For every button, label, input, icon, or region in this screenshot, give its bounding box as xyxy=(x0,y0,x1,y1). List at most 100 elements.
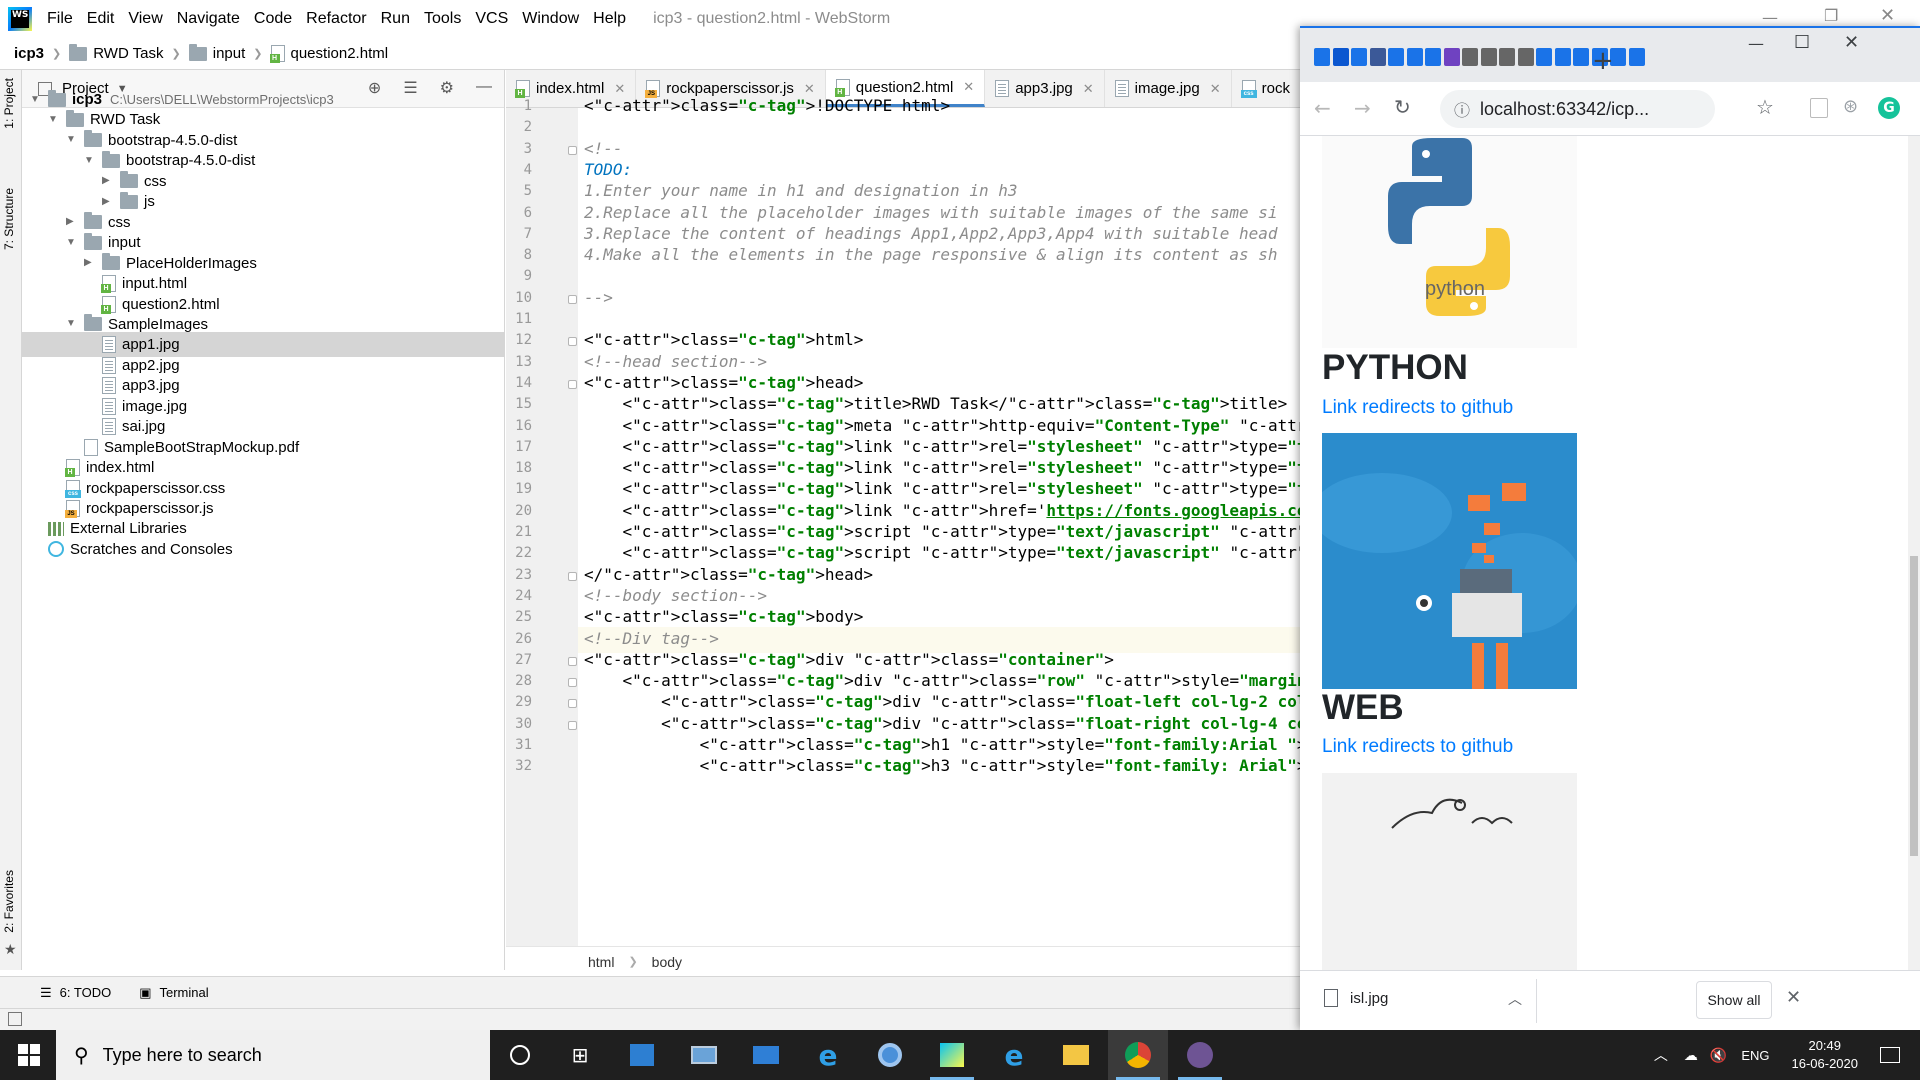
breadcrumb-input[interactable]: input xyxy=(213,45,246,62)
browser-tab-favicon-icon[interactable] xyxy=(1332,48,1349,66)
volume-muted-icon[interactable]: 🔇 xyxy=(1710,1047,1727,1064)
expanded-arrow-icon[interactable]: ▼ xyxy=(66,319,76,329)
close-tab-icon[interactable]: ✕ xyxy=(804,81,815,97)
breadcrumb-project[interactable]: icp3 xyxy=(14,45,44,62)
bookmark-star-icon[interactable]: ☆ xyxy=(1756,95,1774,119)
extension-icon[interactable]: ⊛ xyxy=(1843,96,1858,117)
pc-app[interactable] xyxy=(674,1030,734,1080)
browser-tab-favicon-icon[interactable] xyxy=(1480,48,1497,66)
address-bar[interactable]: ⓘ localhost:63342/icp... xyxy=(1440,90,1715,128)
taskbar-search[interactable]: ⚲ Type here to search xyxy=(56,1030,490,1080)
github-app[interactable] xyxy=(1170,1030,1230,1080)
page-scrollbar[interactable] xyxy=(1908,136,1920,970)
windows-start-icon[interactable] xyxy=(18,1044,40,1066)
restore-icon[interactable]: ❐ xyxy=(1824,6,1838,25)
back-icon[interactable]: ← xyxy=(1314,96,1331,120)
browser-tab-favicon-icon[interactable] xyxy=(1517,48,1534,66)
card-link-python[interactable]: Link redirects to github xyxy=(1322,397,1513,419)
ie-app[interactable]: e xyxy=(984,1030,1044,1080)
browser-tab-favicon-icon[interactable] xyxy=(1499,48,1515,66)
forward-icon[interactable]: → xyxy=(1354,96,1371,120)
browser-tab-favicon-icon[interactable] xyxy=(1628,48,1645,66)
browser-tab-favicon-icon[interactable] xyxy=(1554,48,1571,66)
browser-tab-favicon-icon[interactable] xyxy=(1314,48,1330,66)
menu-code[interactable]: Code xyxy=(247,10,299,28)
reload-icon[interactable]: ↻ xyxy=(1394,95,1411,119)
maximize-icon[interactable]: ☐ xyxy=(1794,32,1810,53)
todo-tool-button[interactable]: ☰ 6: TODO xyxy=(40,985,111,1001)
close-icon[interactable]: ✕ xyxy=(1880,5,1895,26)
menu-run[interactable]: Run xyxy=(374,10,417,28)
edge-app[interactable]: e xyxy=(798,1030,858,1080)
browser-tab-favicon-icon[interactable] xyxy=(1443,48,1460,66)
fold-marker-icon[interactable] xyxy=(568,145,577,155)
menu-window[interactable]: Window xyxy=(515,10,586,28)
fold-marker-icon[interactable] xyxy=(568,720,577,730)
breadcrumb-html[interactable]: html xyxy=(588,954,614,970)
extension-icon[interactable] xyxy=(1810,98,1828,118)
close-icon[interactable]: ✕ xyxy=(1786,987,1801,1008)
menu-tools[interactable]: Tools xyxy=(417,10,468,28)
breadcrumb-rwd-task[interactable]: RWD Task xyxy=(93,45,163,62)
fold-marker-icon[interactable] xyxy=(568,678,577,688)
chrome-canary-app[interactable] xyxy=(860,1030,920,1080)
timeline-button[interactable]: ⊞ xyxy=(550,1030,610,1080)
webstorm-app[interactable] xyxy=(922,1030,982,1080)
browser-tab-favicon-icon[interactable] xyxy=(1573,48,1589,66)
fold-marker-icon[interactable] xyxy=(568,379,577,389)
terminal-tool-button[interactable]: ▣ Terminal xyxy=(139,985,208,1001)
browser-tab-favicon-icon[interactable] xyxy=(1369,48,1386,66)
download-file-name[interactable]: isl.jpg xyxy=(1350,990,1388,1007)
structure-tool-tab[interactable]: 7: Structure xyxy=(2,188,16,250)
browser-tab-favicon-icon[interactable] xyxy=(1462,48,1478,66)
grammarly-icon[interactable]: G xyxy=(1878,97,1900,119)
show-all-button[interactable]: Show all xyxy=(1696,981,1772,1019)
project-tool-tab[interactable]: 1: Project xyxy=(2,78,16,129)
menu-file[interactable]: File xyxy=(40,10,80,28)
editor-tab[interactable]: rock xyxy=(1232,70,1300,107)
scrollbar-thumb[interactable] xyxy=(1910,556,1918,856)
expanded-arrow-icon[interactable]: ▼ xyxy=(30,94,40,105)
language-indicator[interactable]: ENG xyxy=(1741,1048,1769,1063)
collapsed-arrow-icon[interactable]: ▶ xyxy=(66,217,76,227)
browser-tab-favicon-icon[interactable] xyxy=(1388,48,1404,66)
favorites-tool-tab[interactable]: 2: Favorites xyxy=(2,870,16,933)
card-link-web[interactable]: Link redirects to github xyxy=(1322,736,1513,758)
layout-icon[interactable] xyxy=(8,1012,22,1026)
task-view-button[interactable] xyxy=(490,1030,550,1080)
clock[interactable]: 20:49 16-06-2020 xyxy=(1792,1037,1859,1073)
notifications-icon[interactable] xyxy=(1880,1047,1900,1063)
close-tab-icon[interactable]: ✕ xyxy=(1210,81,1221,97)
expanded-arrow-icon[interactable]: ▼ xyxy=(84,155,94,166)
collapsed-arrow-icon[interactable]: ▶ xyxy=(102,176,112,186)
explorer-app[interactable] xyxy=(1046,1030,1106,1080)
editor-tab[interactable]: image.jpg ✕ xyxy=(1105,70,1232,107)
menu-navigate[interactable]: Navigate xyxy=(170,10,247,28)
collapsed-arrow-icon[interactable]: ▶ xyxy=(102,196,112,207)
new-tab-icon[interactable]: + xyxy=(1592,46,1614,76)
browser-tab-favicon-icon[interactable] xyxy=(1406,48,1423,66)
fold-marker-icon[interactable] xyxy=(568,656,577,666)
minimize-icon[interactable]: — xyxy=(1748,34,1764,53)
close-tab-icon[interactable]: ✕ xyxy=(614,81,625,97)
menu-view[interactable]: View xyxy=(121,10,169,28)
fold-marker-icon[interactable] xyxy=(568,337,577,347)
fold-marker-icon[interactable] xyxy=(568,571,577,581)
menu-edit[interactable]: Edit xyxy=(80,10,122,28)
mail-app[interactable] xyxy=(736,1030,796,1080)
menu-refactor[interactable]: Refactor xyxy=(299,10,373,28)
fold-marker-icon[interactable] xyxy=(568,294,577,304)
menu-vcs[interactable]: VCS xyxy=(468,10,515,28)
network-icon[interactable]: ☁ xyxy=(1684,1047,1698,1064)
breadcrumb-body[interactable]: body xyxy=(652,954,682,970)
fold-marker-icon[interactable] xyxy=(568,699,577,709)
browser-tab-favicon-icon[interactable] xyxy=(1425,48,1441,66)
close-tab-icon[interactable]: ✕ xyxy=(1083,81,1094,97)
info-icon[interactable]: ⓘ xyxy=(1454,97,1470,121)
chevron-up-icon[interactable]: ︿ xyxy=(1508,989,1522,1009)
close-tab-icon[interactable]: ✕ xyxy=(963,79,974,95)
browser-tab-favicon-icon[interactable] xyxy=(1536,48,1552,66)
close-icon[interactable]: ✕ xyxy=(1844,32,1859,53)
store-app[interactable] xyxy=(612,1030,672,1080)
menu-help[interactable]: Help xyxy=(586,10,633,28)
